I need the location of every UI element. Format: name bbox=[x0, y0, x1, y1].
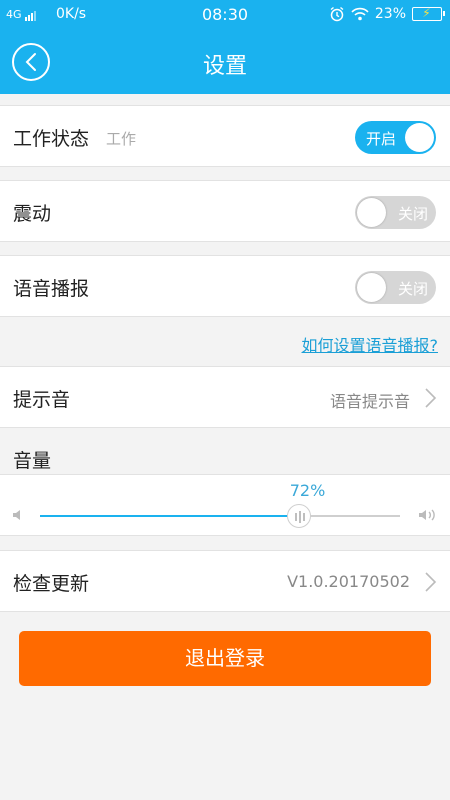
vibrate-row: 震动 关闭 bbox=[0, 180, 450, 242]
check-update-label: 检查更新 bbox=[13, 573, 90, 595]
voice-broadcast-toggle[interactable]: 关闭 bbox=[355, 271, 436, 304]
volume-slider-thumb[interactable] bbox=[287, 504, 312, 528]
work-status-toggle[interactable]: 开启 bbox=[355, 121, 436, 154]
volume-slider[interactable] bbox=[40, 504, 400, 528]
tone-value: 语音提示音 bbox=[329, 392, 410, 411]
wifi-icon bbox=[351, 7, 369, 21]
volume-high-icon bbox=[419, 509, 435, 521]
toggle-state-label: 关闭 bbox=[397, 205, 428, 223]
status-icons: 23% ⚡ bbox=[329, 6, 445, 22]
volume-percent: 72% bbox=[289, 481, 326, 500]
toggle-knob bbox=[357, 273, 386, 302]
tone-label: 提示音 bbox=[13, 389, 71, 411]
chevron-right-icon bbox=[425, 572, 437, 592]
volume-slider-fill bbox=[40, 515, 300, 517]
alarm-icon bbox=[330, 6, 344, 22]
chevron-right-icon bbox=[425, 388, 437, 408]
voice-broadcast-label: 语音播报 bbox=[13, 278, 90, 300]
battery-percent: 23% bbox=[374, 6, 406, 22]
toggle-knob bbox=[405, 123, 434, 152]
work-status-label: 工作状态 bbox=[13, 128, 90, 150]
voice-help-link[interactable]: 如何设置语音播报? bbox=[302, 332, 439, 356]
work-status-sub: 工作 bbox=[106, 130, 137, 148]
nav-bar: 设置 bbox=[0, 30, 450, 94]
voice-broadcast-row: 语音播报 关闭 bbox=[0, 255, 450, 317]
volume-slider-row: 72% bbox=[0, 474, 450, 536]
tone-row[interactable]: 提示音 语音提示音 bbox=[0, 366, 450, 428]
vibrate-toggle[interactable]: 关闭 bbox=[355, 196, 436, 229]
version-value: V1.0.20170502 bbox=[287, 572, 410, 591]
check-update-row[interactable]: 检查更新 V1.0.20170502 bbox=[0, 550, 450, 612]
toggle-state-label: 开启 bbox=[366, 130, 397, 148]
work-status-row: 工作状态 工作 开启 bbox=[0, 105, 450, 167]
page-title: 设置 bbox=[202, 54, 247, 79]
toggle-knob bbox=[357, 198, 386, 227]
battery-icon: ⚡ bbox=[412, 6, 445, 21]
toggle-state-label: 关闭 bbox=[397, 280, 428, 298]
status-bar: 4G 0K/s 08:30 23% ⚡ bbox=[0, 0, 450, 30]
volume-low-icon bbox=[13, 510, 20, 520]
grip-icon bbox=[295, 511, 305, 523]
volume-label: 音量 bbox=[13, 450, 52, 472]
logout-button[interactable]: 退出登录 bbox=[19, 631, 431, 686]
vibrate-label: 震动 bbox=[13, 203, 52, 225]
